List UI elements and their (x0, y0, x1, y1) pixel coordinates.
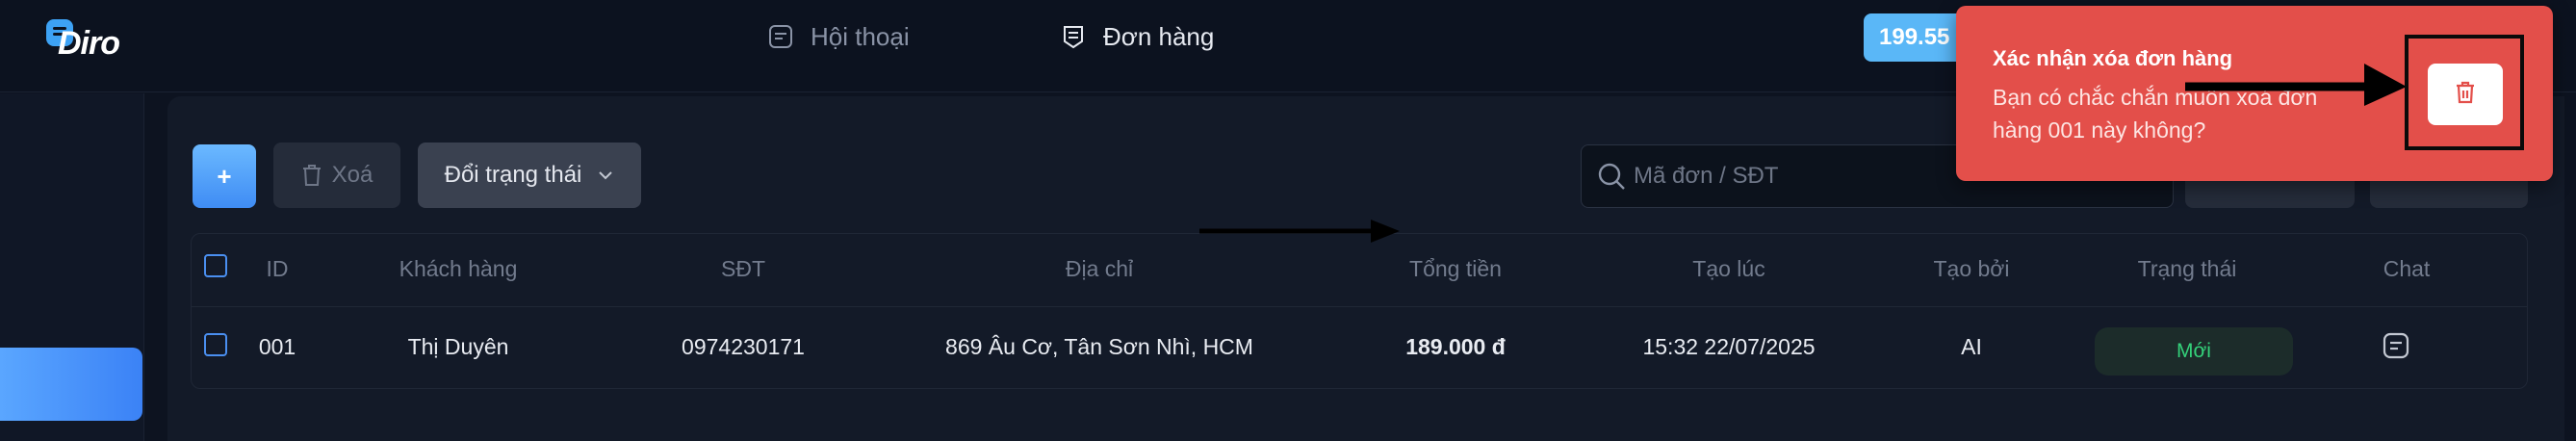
nav-orders-label: Đơn hàng (1103, 21, 1215, 51)
search-icon (1597, 162, 1626, 191)
order-created-by: AI (1961, 334, 1982, 359)
row-checkbox[interactable] (204, 333, 227, 356)
app-logo[interactable]: Diro (46, 19, 152, 64)
chevron-down-icon (597, 169, 614, 181)
chat-bubble-icon (768, 24, 793, 49)
nav-conversations-label: Hội thoại (811, 21, 910, 51)
logo-text: Diro (58, 25, 120, 62)
sidebar-active-item[interactable] (0, 348, 142, 421)
column-header-total[interactable]: Tổng tiền (1409, 256, 1502, 282)
change-status-dropdown[interactable]: Đổi trạng thái (418, 143, 641, 208)
column-header-created-by[interactable]: Tạo bởi (1933, 256, 2009, 282)
change-status-label: Đổi trạng thái (444, 162, 582, 188)
confirm-delete-button[interactable] (2428, 64, 2503, 125)
order-phone: 0974230171 (682, 334, 805, 359)
nav-conversations[interactable]: Hội thoại (768, 19, 910, 54)
column-header-customer[interactable]: Khách hàng (399, 256, 518, 282)
order-id: 001 (258, 334, 296, 359)
trash-icon (301, 164, 322, 187)
add-order-label: + (217, 161, 232, 191)
column-header-phone[interactable]: SĐT (721, 256, 765, 282)
chat-icon[interactable] (2382, 331, 2410, 360)
trash-icon (2455, 81, 2476, 109)
select-all-checkbox[interactable] (204, 254, 227, 277)
delete-orders-label: Xoá (331, 162, 374, 188)
annotation-arrow-to-button-icon (2185, 64, 2407, 106)
order-total: 189.000 đ (1405, 334, 1506, 359)
column-header-status[interactable]: Trạng thái (2138, 256, 2237, 282)
column-header-chat[interactable]: Chat (2383, 256, 2431, 282)
status-badge: Mới (2095, 327, 2293, 376)
column-header-address[interactable]: Địa chỉ (1066, 256, 1133, 282)
receipt-icon (1061, 24, 1086, 49)
add-order-button[interactable]: + (193, 144, 256, 208)
order-customer: Thị Duyên (407, 334, 509, 359)
column-header-id[interactable]: ID (267, 256, 289, 282)
annotation-arrow-right-icon (1199, 220, 1400, 243)
order-created-at: 15:32 22/07/2025 (1642, 334, 1816, 359)
table-header-divider (191, 306, 2528, 307)
delete-orders-button[interactable]: Xoá (273, 143, 400, 208)
column-header-created-at[interactable]: Tạo lúc (1692, 256, 1765, 282)
order-address: 869 Âu Cơ, Tân Sơn Nhì, HCM (945, 334, 1253, 359)
toast-message-line-2: hàng 001 này không? (1993, 117, 2206, 143)
nav-orders[interactable]: Đơn hàng (1061, 19, 1214, 54)
